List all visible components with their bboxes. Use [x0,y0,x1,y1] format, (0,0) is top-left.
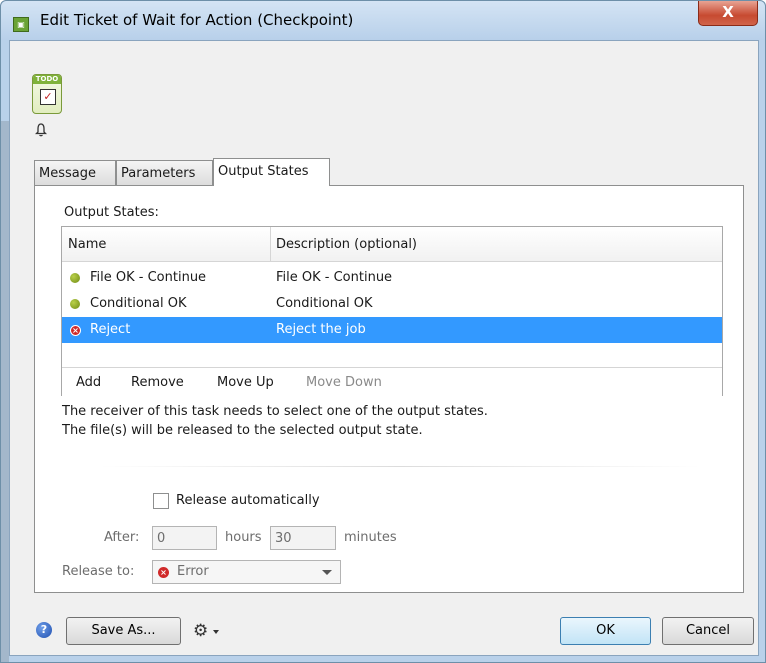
tab-output-states[interactable]: Output States [213,158,330,186]
status-error-icon: × [70,325,81,336]
row-name: Conditional OK [90,296,187,311]
info-text-line-1: The receiver of this task needs to selec… [62,404,488,419]
row-description: File OK - Continue [276,270,393,285]
release-to-select[interactable]: × Error [152,560,341,584]
tab-parameters[interactable]: Parameters [116,160,213,186]
divider [100,466,700,467]
column-divider[interactable] [270,227,271,261]
hours-input[interactable] [152,526,217,550]
output-states-table: Name Description (optional) File OK - Co… [61,226,723,396]
ok-button[interactable]: OK [560,617,651,645]
row-description: Conditional OK [276,296,373,311]
column-header-name[interactable]: Name [68,237,106,252]
table-header: Name Description (optional) [62,227,722,262]
checkmark-icon: ✓ [40,89,56,105]
release-automatically-label[interactable]: Release automatically [176,493,320,508]
help-icon[interactable]: ? [36,622,52,638]
row-name: File OK - Continue [90,270,207,285]
cancel-button[interactable]: Cancel [662,617,754,645]
tab-message[interactable]: Message [34,160,116,186]
hours-label: hours [225,530,262,545]
release-automatically-checkbox[interactable] [153,493,169,509]
window-edge [1,121,9,662]
save-as-button[interactable]: Save As... [66,617,181,645]
output-states-label: Output States: [64,205,159,220]
error-icon: × [158,567,169,578]
release-to-value: Error [177,564,209,579]
todo-label: TODO [33,75,61,84]
move-up-button[interactable]: Move Up [217,375,274,390]
move-down-button[interactable]: Move Down [306,375,382,390]
status-ok-icon [70,273,80,283]
after-label: After: [104,530,140,545]
info-text-line-2: The file(s) will be released to the sele… [62,423,423,438]
title-bar[interactable]: ▣ Edit Ticket of Wait for Action (Checkp… [1,1,765,40]
add-button[interactable]: Add [76,375,101,390]
minutes-input[interactable] [270,526,336,550]
release-to-label: Release to: [62,564,135,579]
row-description: Reject the job [276,322,366,337]
app-icon: ▣ [13,17,29,32]
gear-icon: ⚙ [193,621,209,641]
table-row[interactable]: Conditional OK Conditional OK [62,291,722,317]
status-ok-icon [70,299,80,309]
close-button[interactable]: X [698,1,758,26]
chevron-down-icon [322,570,332,575]
table-row-selected[interactable]: × Reject Reject the job [62,317,722,343]
chevron-down-icon [213,630,219,634]
minutes-label: minutes [344,530,397,545]
bell-icon [34,123,49,139]
table-actions: Add Remove Move Up Move Down [62,367,722,396]
table-row[interactable]: File OK - Continue File OK - Continue [62,265,722,291]
gear-menu-button[interactable]: ⚙ [193,621,227,641]
window-title: Edit Ticket of Wait for Action (Checkpoi… [40,11,354,29]
column-header-description[interactable]: Description (optional) [276,237,417,252]
remove-button[interactable]: Remove [131,375,184,390]
row-name: Reject [90,322,131,337]
todo-checkbox-icon: TODO ✓ [32,74,62,114]
